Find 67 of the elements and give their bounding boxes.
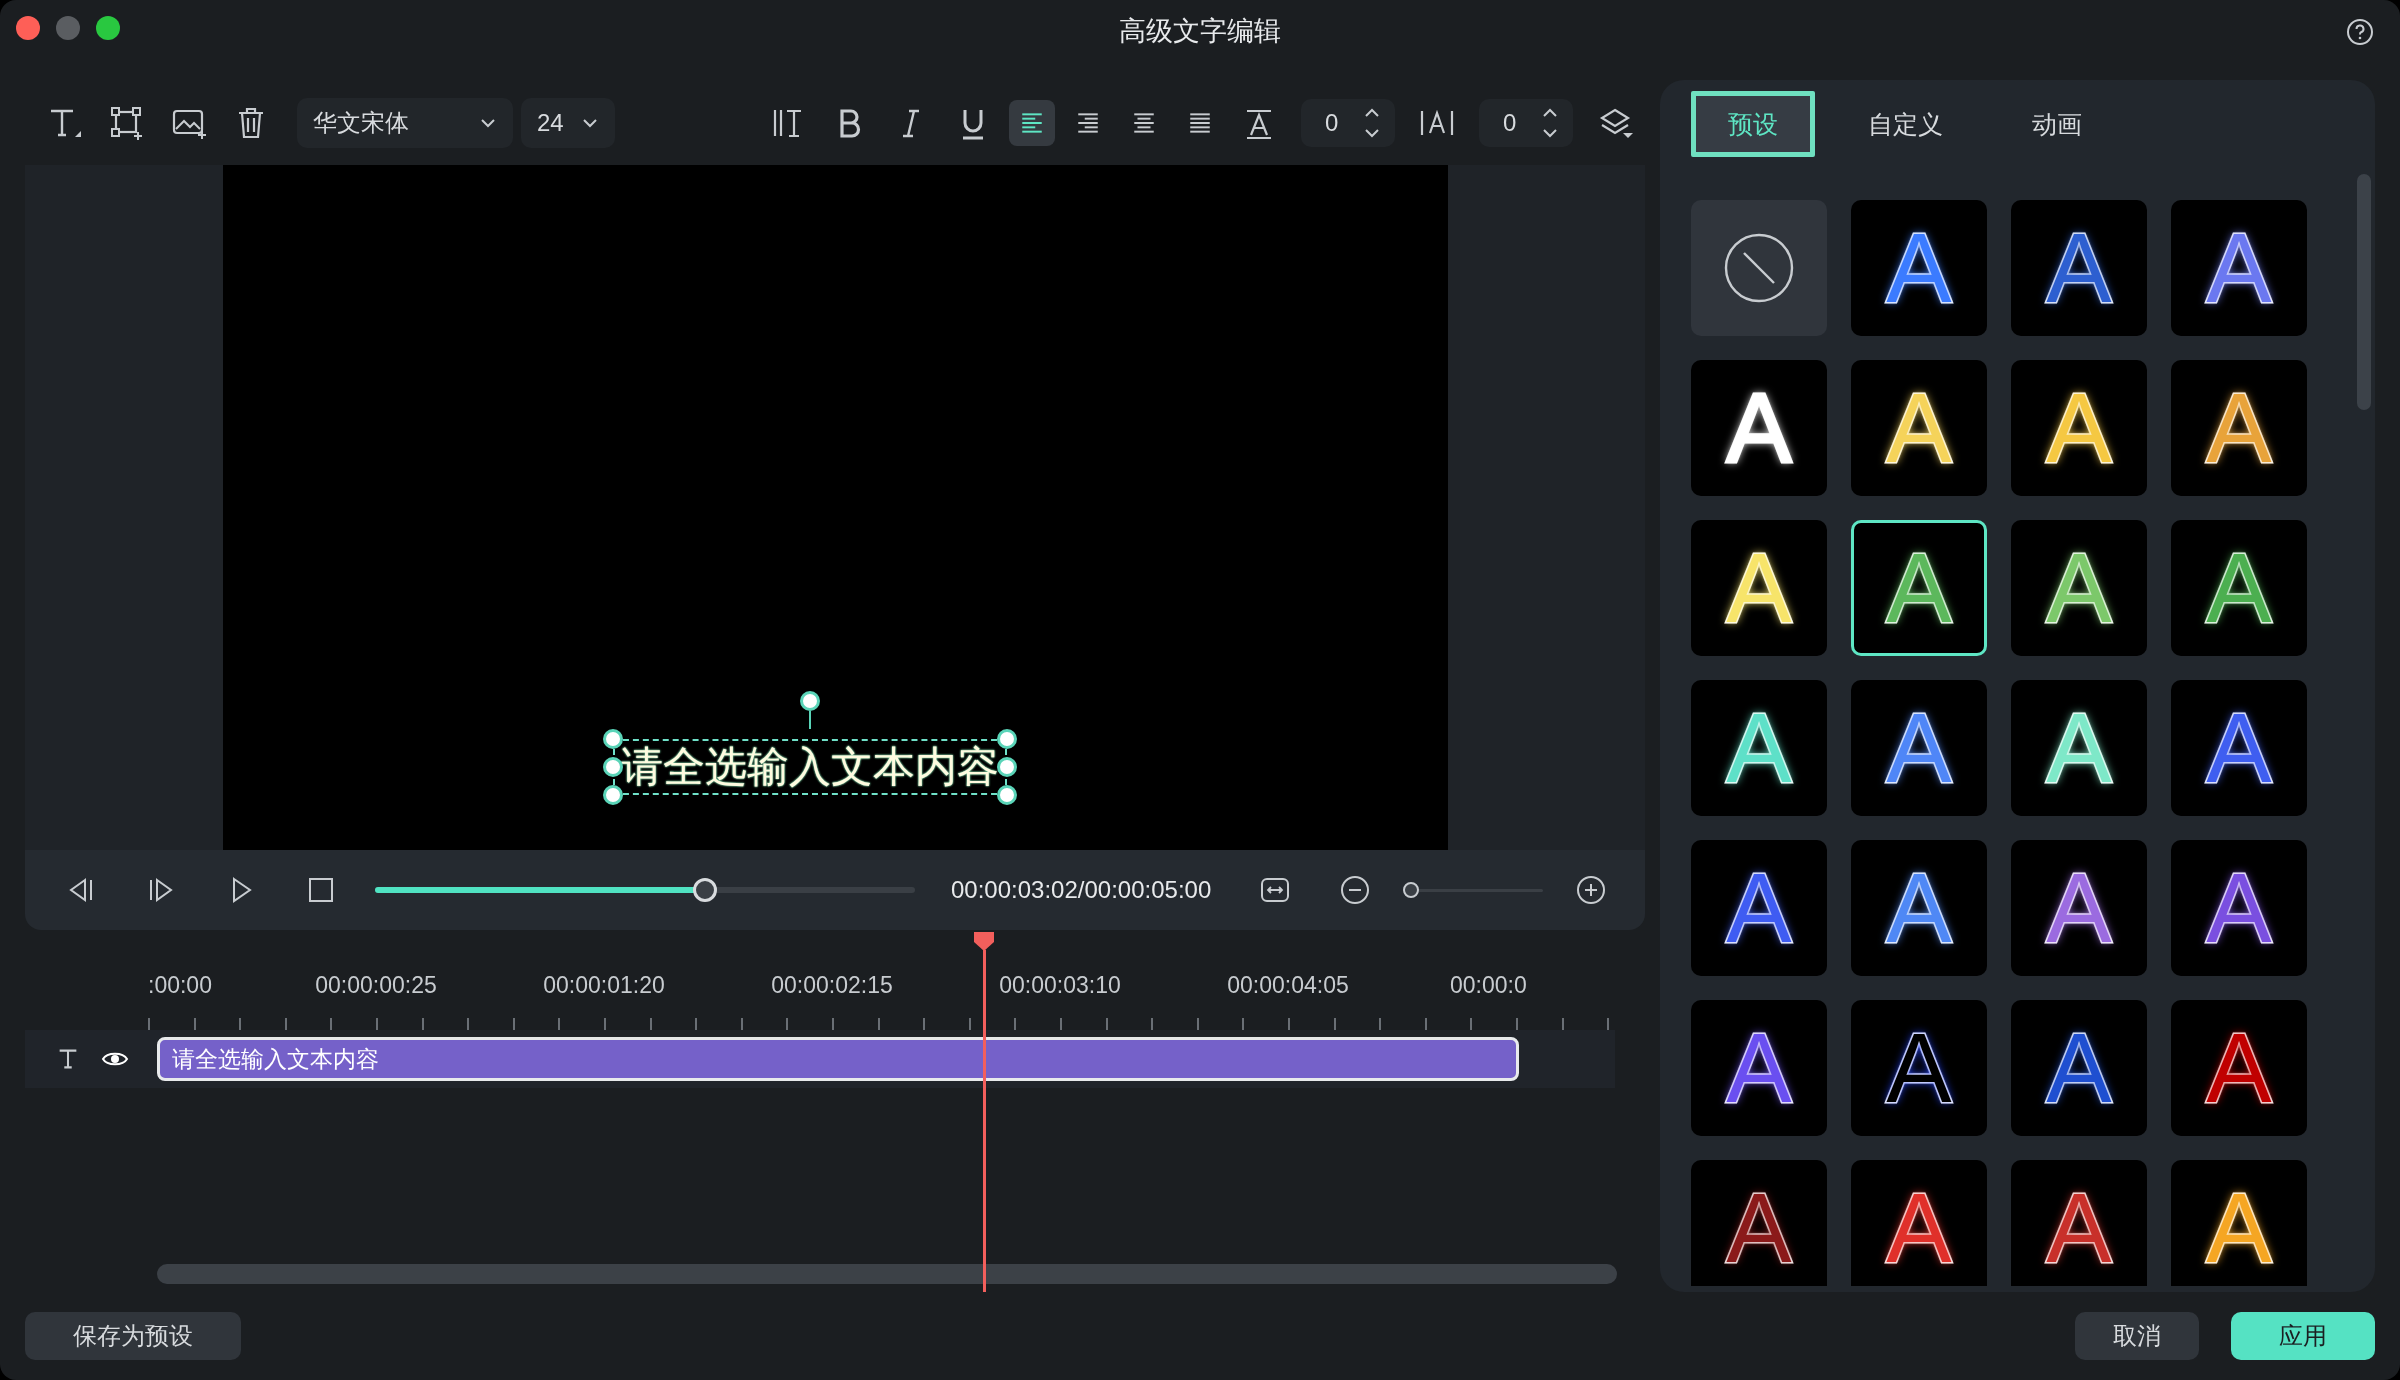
text-style-tile[interactable]: A (2011, 360, 2147, 496)
text-clip[interactable]: 请全选输入文本内容 (157, 1037, 1519, 1081)
text-style-tile[interactable]: A (1691, 360, 1827, 496)
chevron-down-icon (479, 116, 497, 129)
ruler-label: :00:00 (148, 972, 212, 999)
text-style-tile[interactable]: A (1851, 200, 1987, 336)
letter-spacing-field[interactable]: 0 (1479, 98, 1573, 147)
text-style-tile[interactable]: A (1851, 520, 1987, 656)
tab[interactable]: 动画 (1995, 91, 2119, 157)
text-style-tile[interactable]: A (1691, 1000, 1827, 1136)
text-style-tile[interactable]: A (1851, 680, 1987, 816)
text-style-tile[interactable]: A (1851, 840, 1987, 976)
text-style-tile[interactable]: A (2171, 200, 2307, 336)
timecode: 00:00:03:02/00:00:05:00 (951, 876, 1212, 904)
tab[interactable]: 自定义 (1843, 91, 1967, 157)
resize-handle[interactable] (997, 729, 1017, 749)
no-style-tile[interactable] (1691, 200, 1827, 336)
text-style-tile[interactable]: A (2011, 1160, 2147, 1286)
text-style-tile[interactable]: A (1691, 520, 1827, 656)
ruler-label: 00:00:02:15 (771, 972, 893, 999)
text-style-tile[interactable]: A (1691, 840, 1827, 976)
apply-button[interactable]: 应用 (2231, 1312, 2375, 1360)
vertical-scrollbar[interactable] (2357, 174, 2371, 410)
align-button[interactable] (1009, 99, 1055, 146)
text-style-tile[interactable]: A (1851, 1000, 1987, 1136)
font-dropdown[interactable]: 华文宋体 (297, 97, 513, 148)
zoom-button[interactable] (96, 16, 120, 40)
resize-handle[interactable] (603, 729, 623, 749)
text-style-tile[interactable]: A (2011, 680, 2147, 816)
progress-thumb[interactable] (693, 878, 718, 902)
tab[interactable]: 预设 (1691, 91, 1815, 157)
text-style-tile[interactable]: A (2011, 840, 2147, 976)
ruler-label: 00:00:00:25 (315, 972, 437, 999)
text-style-tile[interactable]: A (1691, 680, 1827, 816)
resize-handle[interactable] (603, 785, 623, 805)
zoom-slider-thumb[interactable] (1403, 881, 1420, 898)
rotation-handle[interactable] (800, 691, 820, 729)
horizontal-scrollbar[interactable] (157, 1264, 1617, 1284)
zoom-out-icon[interactable] (1339, 874, 1372, 906)
close-button[interactable] (16, 16, 40, 40)
ruler-label: 00:00:0 (1450, 972, 1527, 999)
text-style-tile[interactable]: A (2171, 680, 2307, 816)
ruler-label: 00:00:03:10 (999, 972, 1121, 999)
zoom-in-icon[interactable] (1575, 874, 1608, 906)
text-style-tile[interactable]: A (1851, 1160, 1987, 1286)
cancel-button[interactable]: 取消 (2075, 1312, 2199, 1360)
no-style-icon (1723, 232, 1795, 304)
text-style-tile[interactable]: A (1851, 360, 1987, 496)
ruler-label: 00:00:01:20 (543, 972, 665, 999)
resize-handle[interactable] (997, 785, 1017, 805)
preview-text: 请全选输入文本内容 (621, 743, 999, 791)
text-style-tile[interactable]: A (2171, 360, 2307, 496)
text-style-tile[interactable]: A (2171, 840, 2307, 976)
help-icon[interactable] (2346, 18, 2374, 46)
text-style-tile[interactable]: A (2011, 520, 2147, 656)
text-style-tile[interactable]: A (2011, 200, 2147, 336)
text-style-tile[interactable]: A (2171, 520, 2307, 656)
text-style-tile[interactable]: A (2171, 1160, 2307, 1286)
chevron-down-icon (581, 116, 599, 129)
font-size-dropdown[interactable]: 24 (521, 97, 615, 148)
minimize-button[interactable] (56, 16, 80, 40)
window-title: 高级文字编辑 (1119, 15, 1281, 48)
ruler-label: 00:00:04:05 (1227, 972, 1349, 999)
save-preset-button[interactable]: 保存为预设 (25, 1312, 241, 1360)
resize-handle[interactable] (997, 757, 1017, 777)
line-spacing-field[interactable]: 0 (1301, 98, 1395, 147)
resize-handle[interactable] (603, 757, 623, 777)
